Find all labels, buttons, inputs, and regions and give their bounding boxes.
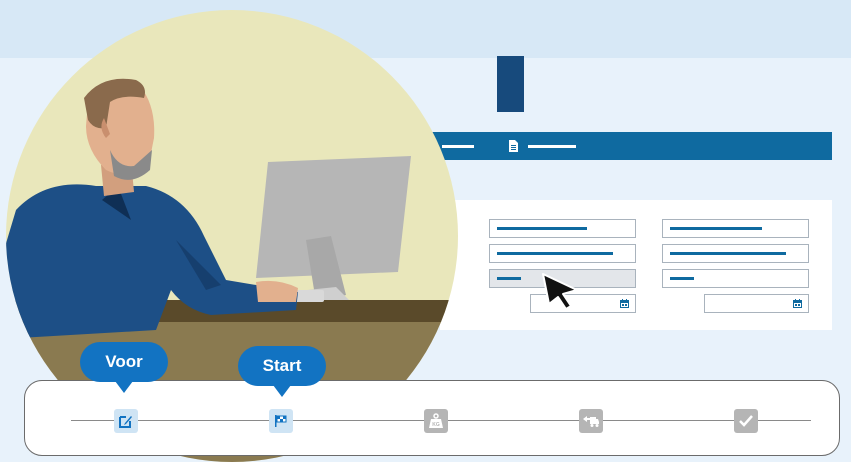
field-value-placeholder <box>497 277 521 280</box>
step-start[interactable] <box>269 409 293 433</box>
edit-icon <box>119 416 132 428</box>
mouse-cursor-icon <box>542 273 578 310</box>
field-value-placeholder <box>670 252 786 255</box>
checkered-flag-icon <box>275 415 287 427</box>
step-label-voor: Voor <box>80 342 168 393</box>
svg-text:KG: KG <box>432 422 440 428</box>
calendar-icon[interactable] <box>793 299 802 308</box>
form-field[interactable] <box>662 244 809 263</box>
progress-timeline: KG <box>24 380 840 456</box>
field-value-placeholder <box>670 277 694 280</box>
field-value-placeholder <box>670 227 762 230</box>
form-field[interactable] <box>662 219 809 238</box>
document-icon[interactable] <box>508 140 519 152</box>
checkmark-icon <box>739 415 753 427</box>
weight-kg-icon: KG <box>429 413 443 428</box>
date-field[interactable] <box>704 294 809 313</box>
step-complete[interactable] <box>734 409 758 433</box>
step-label-start: Start <box>238 346 326 397</box>
form-field[interactable] <box>489 244 636 263</box>
truck-unload-icon <box>583 416 599 427</box>
calendar-icon[interactable] <box>620 299 629 308</box>
form-field[interactable] <box>662 269 809 288</box>
step-unload[interactable] <box>579 409 603 433</box>
step-weight[interactable]: KG <box>424 409 448 433</box>
field-value-placeholder <box>497 227 587 230</box>
app-logo <box>497 56 524 112</box>
nav-item-documents-placeholder[interactable] <box>528 145 576 148</box>
form-field[interactable] <box>489 219 636 238</box>
hand <box>256 280 298 302</box>
step-voor[interactable] <box>114 409 138 433</box>
field-value-placeholder <box>497 252 613 255</box>
